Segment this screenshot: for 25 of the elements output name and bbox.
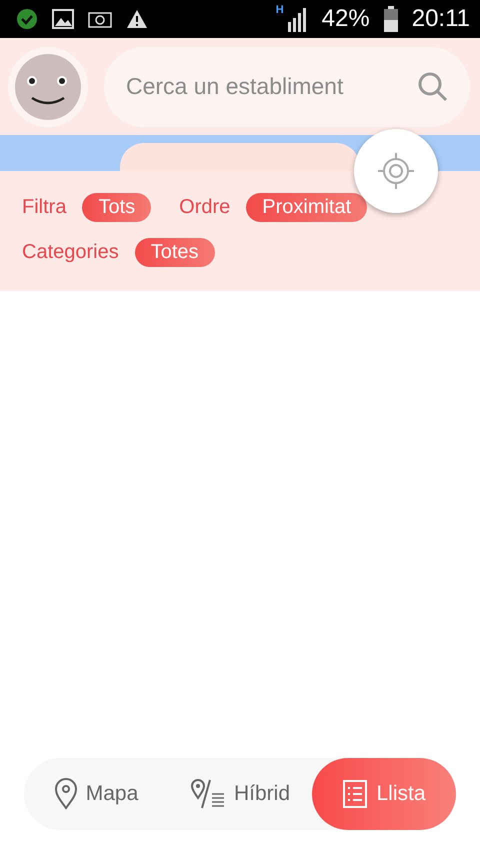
filter-chip[interactable]: Tots bbox=[82, 193, 152, 222]
search-field[interactable]: Cerca un establiment bbox=[104, 46, 470, 126]
smiley-avatar-icon bbox=[15, 54, 81, 120]
battery-percent: 42% bbox=[322, 5, 370, 33]
filter-chip[interactable]: Totes bbox=[134, 238, 215, 267]
filter-label: Ordre bbox=[179, 196, 230, 219]
filter-label: Filtra bbox=[22, 196, 66, 219]
check-circle-icon bbox=[16, 8, 38, 30]
search-icon[interactable] bbox=[418, 72, 448, 102]
clock: 20:11 bbox=[412, 5, 470, 33]
crosshair-icon bbox=[376, 151, 416, 191]
filter-chip[interactable]: Proximitat bbox=[246, 193, 368, 222]
view-tab[interactable]: Mapa bbox=[24, 758, 168, 830]
view-tab[interactable]: Híbrid bbox=[168, 758, 312, 830]
network-type: H bbox=[276, 4, 284, 16]
filter-label: Categories bbox=[22, 241, 119, 264]
view-tab[interactable]: Llista bbox=[312, 758, 456, 830]
list-icon bbox=[342, 779, 368, 809]
battery-icon bbox=[384, 6, 398, 32]
image-icon bbox=[52, 9, 74, 29]
map-pin-icon bbox=[54, 778, 78, 810]
camera-icon bbox=[88, 10, 112, 28]
warning-icon bbox=[126, 9, 148, 29]
signal-icon bbox=[286, 6, 308, 32]
pin-and-list-icon bbox=[190, 778, 226, 810]
